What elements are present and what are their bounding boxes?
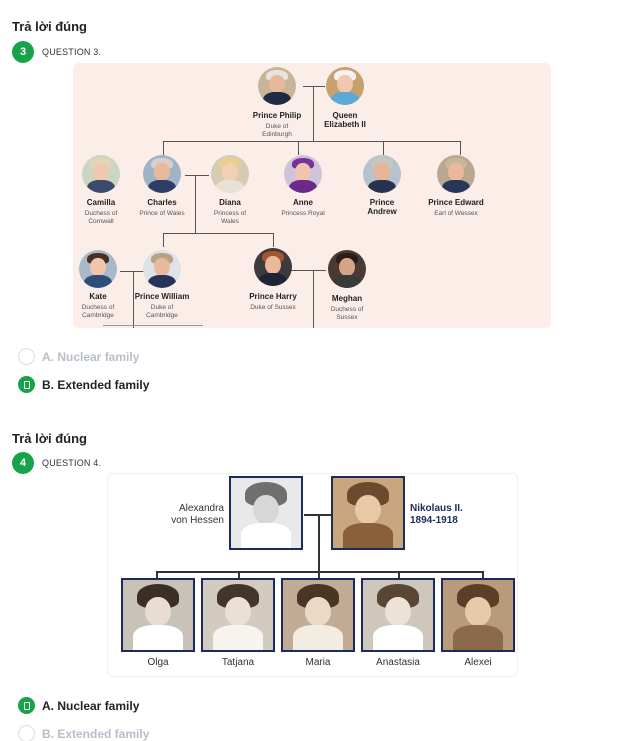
q4-option-a-label: A. Nuclear family [42,698,140,713]
meghan-title: Duchess of Sussex [330,306,364,322]
anne-name: Anne [293,198,313,207]
q4-option-b[interactable]: B. Extended family [18,725,149,741]
prince-harry-photo [254,248,292,286]
prince-andrew-name: Prince Andrew [367,198,397,216]
q3-option-a[interactable]: A. Nuclear family [18,348,139,365]
q4-header: 4 QUESTION 4. [12,452,101,474]
q4-option-a[interactable]: A. Nuclear family [18,697,139,714]
prince-william-photo [143,250,181,288]
alexei-photo [441,578,515,652]
prince-william-name: Prince William [134,292,190,301]
diana-name: Diana [219,198,241,207]
q4-number-badge: 4 [12,452,34,474]
prince-harry-name: Prince Harry [249,292,297,301]
q3-label: QUESTION 3. [42,47,102,57]
anne-photo [284,155,322,193]
q4-option-a-radio-checked[interactable] [18,697,35,714]
child-name-maria: Maria [305,657,331,668]
camilla-photo [82,155,120,193]
q3-option-a-label: A. Nuclear family [42,349,140,364]
q3-option-b[interactable]: B. Extended family [18,376,149,393]
alexandra-photo [229,476,303,550]
q3-header: 3 QUESTION 3. [12,41,101,63]
maria-photo [281,578,355,652]
kate-photo [79,250,117,288]
charles-photo [143,155,181,193]
diana-title: Princess of Wales [213,210,247,226]
anastasia-photo [361,578,435,652]
q3-heading: Trả lời đúng [12,19,87,34]
q3-option-b-label: B. Extended family [42,377,150,392]
prince-harry-title: Duke of Sussex [250,304,296,311]
meghan-photo [328,250,366,288]
prince-edward-photo [437,155,475,193]
child-name-anastasia: Anastasia [376,657,420,668]
q4-option-b-label: B. Extended family [42,726,150,741]
mother-label: Alexandra von Hessen [171,503,224,526]
q3-option-a-radio[interactable] [18,348,35,365]
prince-philip-photo [258,67,296,105]
diana-photo [211,155,249,193]
child-name-tatjana: Tatjana [221,657,255,668]
queen-elizabeth-name: Queen Elizabeth II [324,111,366,129]
queen-elizabeth-photo [326,67,364,105]
olga-photo [121,578,195,652]
prince-edward-title: Earl of Wessex [434,210,478,217]
prince-william-title: Duke of Cambridge [146,304,178,320]
prince-andrew-photo [363,155,401,193]
royal-family-tree-image [73,63,551,328]
child-name-olga: Olga [147,657,169,668]
q3-option-b-radio-checked[interactable] [18,376,35,393]
nikolaus-photo [331,476,405,550]
father-label: Nikolaus II. 1894-1918 [410,503,463,526]
q4-option-b-radio[interactable] [18,725,35,741]
q4-heading: Trả lời đúng [12,431,87,446]
q3-number-badge: 3 [12,41,34,63]
prince-edward-name: Prince Edward [428,198,484,207]
q4-label: QUESTION 4. [42,458,102,468]
anne-title: Princess Royal [281,210,325,217]
meghan-name: Meghan [331,294,363,303]
tatjana-photo [201,578,275,652]
child-name-alexei: Alexei [464,657,492,668]
